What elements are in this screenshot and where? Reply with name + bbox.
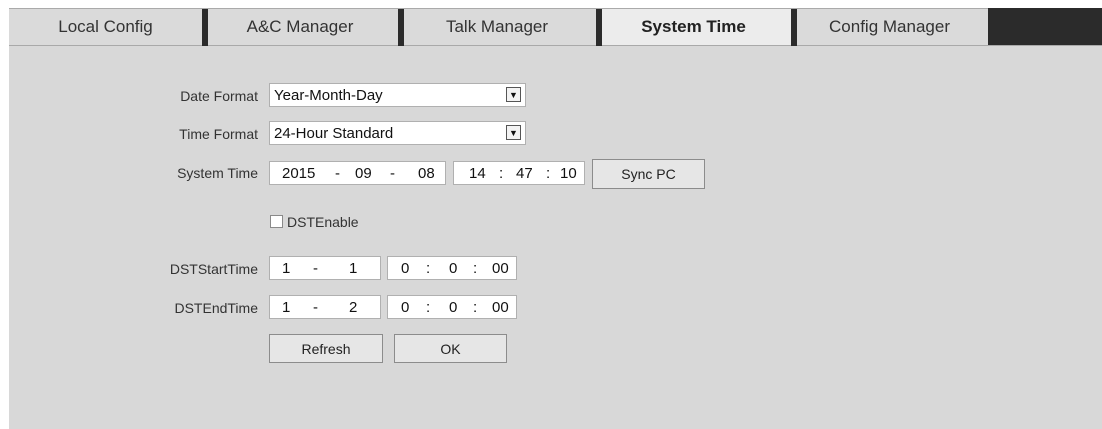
chevron-down-icon[interactable]: ▼ — [506, 87, 521, 102]
time-separator: : — [546, 165, 551, 182]
tab-label: Config Manager — [829, 17, 950, 36]
time-separator: : — [473, 260, 478, 277]
dst-end-second-input[interactable]: 00 — [492, 299, 509, 316]
date-format-value: Year-Month-Day — [274, 87, 383, 104]
chevron-down-icon[interactable]: ▼ — [506, 125, 521, 140]
dst-end-time-field[interactable]: 0 : 0 : 00 — [387, 295, 517, 319]
time-separator: : — [426, 299, 431, 316]
hour-input[interactable]: 14 — [469, 165, 486, 182]
tab-config-manager[interactable]: Config Manager — [791, 8, 988, 46]
dst-end-day-input[interactable]: 2 — [349, 299, 357, 316]
tab-divider — [398, 9, 404, 46]
dst-start-day-input[interactable]: 1 — [349, 260, 357, 277]
tab-label: A&C Manager — [246, 17, 354, 36]
time-format-value: 24-Hour Standard — [274, 125, 394, 142]
time-separator: : — [499, 165, 504, 182]
time-format-label: Time Format — [179, 126, 258, 142]
tab-divider — [596, 9, 602, 46]
date-separator: - — [313, 260, 318, 277]
date-separator: - — [335, 165, 340, 182]
dst-start-date-field[interactable]: 1 - 1 — [269, 256, 381, 280]
minute-input[interactable]: 47 — [516, 165, 533, 182]
time-separator: : — [473, 299, 478, 316]
date-format-label: Date Format — [180, 88, 258, 104]
year-input[interactable]: 2015 — [282, 165, 315, 182]
system-clock-field[interactable]: 14 : 47 : 10 — [453, 161, 585, 185]
tab-bar: Local Config A&C Manager Talk Manager Sy… — [9, 8, 1102, 46]
tab-label: Talk Manager — [445, 17, 549, 36]
dst-end-label: DSTEndTime — [174, 300, 258, 316]
time-separator: : — [426, 260, 431, 277]
tab-divider — [202, 9, 208, 46]
dst-start-time-field[interactable]: 0 : 0 : 00 — [387, 256, 517, 280]
dst-end-month-input[interactable]: 1 — [282, 299, 290, 316]
dst-end-hour-input[interactable]: 0 — [401, 299, 409, 316]
dst-end-date-field[interactable]: 1 - 2 — [269, 295, 381, 319]
tab-system-time[interactable]: System Time — [596, 8, 791, 46]
dst-enable-label: DSTEnable — [287, 214, 359, 230]
system-time-label: System Time — [177, 165, 258, 181]
time-format-select[interactable]: 24-Hour Standard ▼ — [269, 121, 526, 145]
date-separator: - — [313, 299, 318, 316]
dst-start-label: DSTStartTime — [169, 261, 258, 277]
dst-start-minute-input[interactable]: 0 — [449, 260, 457, 277]
sync-pc-button[interactable]: Sync PC — [592, 159, 705, 189]
dst-start-month-input[interactable]: 1 — [282, 260, 290, 277]
dst-enable-checkbox[interactable] — [270, 215, 283, 228]
refresh-button[interactable]: Refresh — [269, 334, 383, 363]
ok-button[interactable]: OK — [394, 334, 507, 363]
tab-label: System Time — [641, 17, 746, 36]
system-date-field[interactable]: 2015 - 09 - 08 — [269, 161, 446, 185]
date-separator: - — [390, 165, 395, 182]
tab-label: Local Config — [58, 17, 153, 36]
month-input[interactable]: 09 — [355, 165, 372, 182]
second-input[interactable]: 10 — [560, 165, 577, 182]
tab-ac-manager[interactable]: A&C Manager — [202, 8, 398, 46]
day-input[interactable]: 08 — [418, 165, 435, 182]
system-time-panel: Local Config A&C Manager Talk Manager Sy… — [9, 8, 1102, 429]
date-format-select[interactable]: Year-Month-Day ▼ — [269, 83, 526, 107]
dst-start-hour-input[interactable]: 0 — [401, 260, 409, 277]
dst-end-minute-input[interactable]: 0 — [449, 299, 457, 316]
tab-talk-manager[interactable]: Talk Manager — [398, 8, 596, 46]
dst-start-second-input[interactable]: 00 — [492, 260, 509, 277]
tab-local-config[interactable]: Local Config — [9, 8, 202, 45]
tab-bar-filler — [988, 8, 1102, 45]
tab-divider — [791, 9, 797, 46]
